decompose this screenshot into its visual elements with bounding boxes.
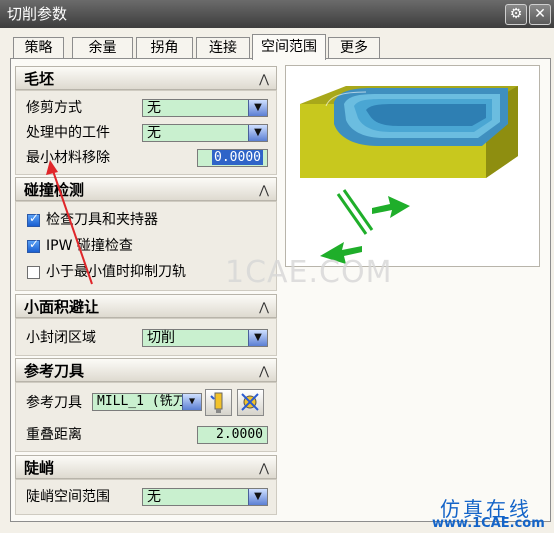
- tab-containment[interactable]: 空间范围: [252, 34, 326, 60]
- brand-url: www.1CAE.com: [432, 516, 545, 531]
- watermark: 1CAE.COM: [225, 255, 393, 290]
